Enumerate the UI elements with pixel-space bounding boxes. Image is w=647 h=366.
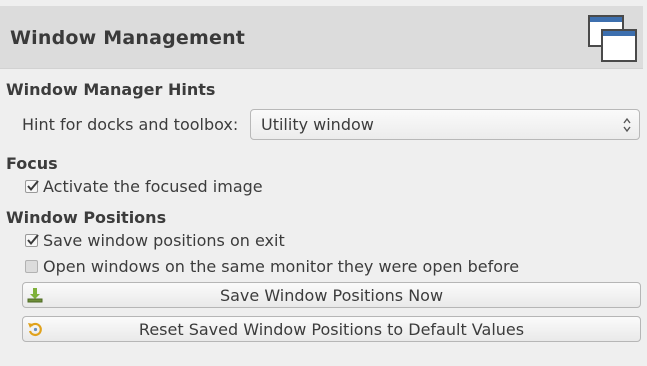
docks-hint-label: Hint for docks and toolbox: bbox=[22, 115, 239, 134]
activate-focused-image-label: Activate the focused image bbox=[43, 176, 263, 196]
page-title: Window Management bbox=[10, 27, 246, 49]
checkbox-unchecked[interactable] bbox=[25, 259, 38, 273]
section-title-hints: Window Manager Hints bbox=[6, 80, 216, 99]
section-title-focus: Focus bbox=[6, 154, 58, 173]
checkmark-icon bbox=[27, 179, 39, 191]
page-header: Window Management bbox=[0, 6, 643, 69]
save-positions-on-exit-label: Save window positions on exit bbox=[43, 230, 285, 250]
windows-icon bbox=[588, 15, 637, 62]
same-monitor-checkbox[interactable]: Open windows on the same monitor they we… bbox=[25, 256, 519, 276]
save-positions-on-exit-checkbox[interactable]: Save window positions on exit bbox=[25, 230, 285, 250]
preferences-page: Window Management Window Manager Hints H… bbox=[0, 0, 647, 366]
reset-window-positions-label: Reset Saved Window Positions to Default … bbox=[138, 320, 525, 339]
checkbox-checked[interactable] bbox=[25, 233, 39, 247]
docks-hint-value: Utility window bbox=[261, 115, 374, 134]
updown-arrows-icon bbox=[623, 117, 631, 133]
save-window-positions-now-label: Save Window Positions Now bbox=[219, 286, 444, 305]
activate-focused-image-checkbox[interactable]: Activate the focused image bbox=[25, 176, 263, 196]
save-window-positions-now-button[interactable]: Save Window Positions Now bbox=[22, 282, 641, 308]
docks-hint-select[interactable]: Utility window bbox=[250, 109, 640, 140]
checkbox-checked[interactable] bbox=[25, 179, 39, 193]
section-title-positions: Window Positions bbox=[6, 208, 167, 227]
same-monitor-label: Open windows on the same monitor they we… bbox=[43, 256, 520, 276]
checkmark-icon bbox=[27, 233, 39, 245]
reset-window-positions-button[interactable]: Reset Saved Window Positions to Default … bbox=[22, 316, 641, 342]
